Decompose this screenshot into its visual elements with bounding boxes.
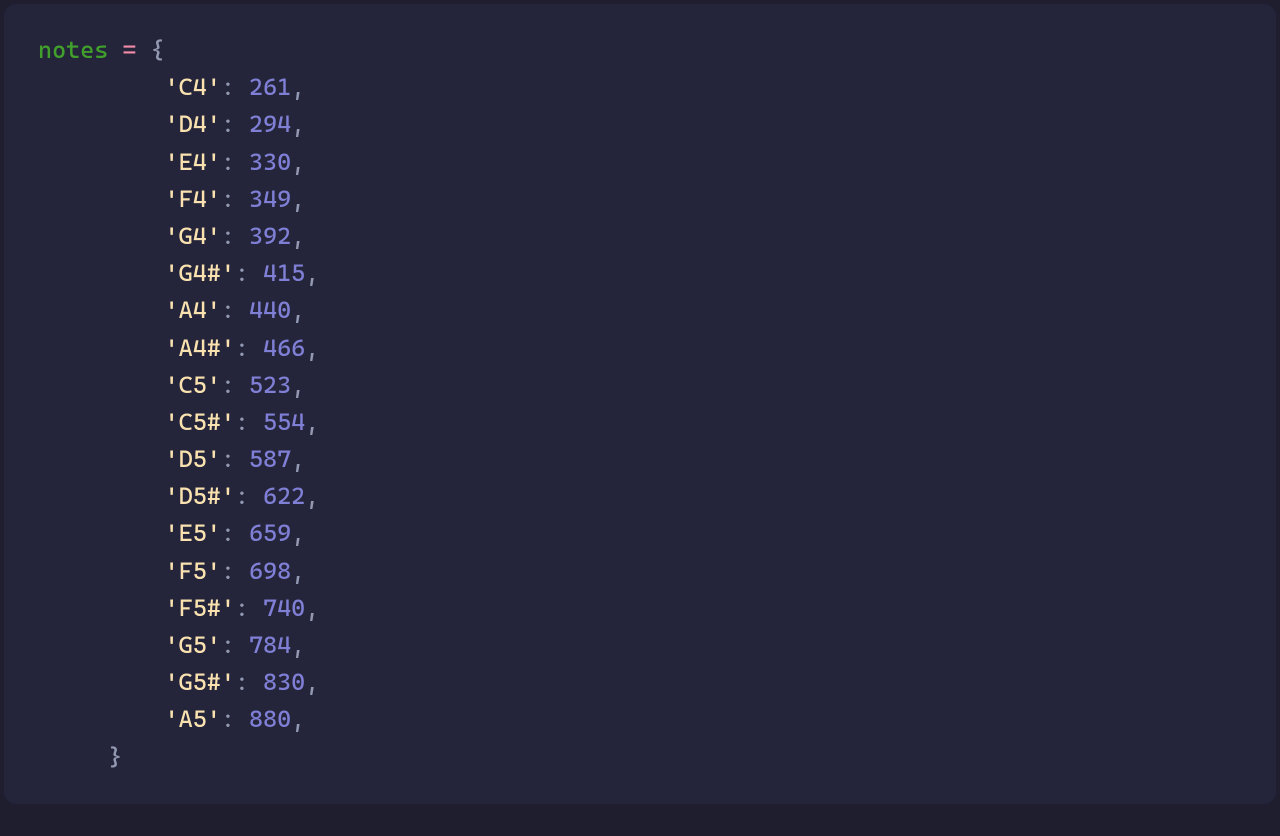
- colon: :: [221, 73, 235, 101]
- comma: ,: [291, 557, 305, 585]
- dict-key: 'F5#': [165, 594, 235, 622]
- dict-key: 'E4': [165, 148, 221, 176]
- indent-entry: [38, 106, 165, 143]
- indent-entry: [38, 664, 165, 701]
- comma: ,: [305, 668, 319, 696]
- dict-key: 'E5': [165, 519, 221, 547]
- comma: ,: [305, 408, 319, 436]
- comma: ,: [305, 259, 319, 287]
- comma: ,: [305, 482, 319, 510]
- indent-entry: [38, 515, 165, 552]
- colon: :: [221, 222, 235, 250]
- indent-entry: [38, 441, 165, 478]
- colon: :: [221, 148, 235, 176]
- indent-entry: [38, 404, 165, 441]
- dict-key: 'C5#': [165, 408, 235, 436]
- dict-value: 659: [249, 519, 291, 547]
- dict-value: 830: [263, 668, 305, 696]
- code-block: notes = { 'C4': 261, 'D4': 294, 'E4': 33…: [4, 4, 1276, 804]
- comma: ,: [291, 519, 305, 547]
- indent-entry: [38, 590, 165, 627]
- dict-value: 330: [249, 148, 291, 176]
- comma: ,: [291, 371, 305, 399]
- dict-value: 698: [249, 557, 291, 585]
- colon: :: [235, 668, 249, 696]
- dict-value: 523: [249, 371, 291, 399]
- indent-entry: [38, 553, 165, 590]
- indent-entry: [38, 255, 165, 292]
- indent-entry: [38, 701, 165, 738]
- dict-key: 'D5': [165, 445, 221, 473]
- colon: :: [235, 594, 249, 622]
- indent-entry: [38, 218, 165, 255]
- colon: :: [235, 259, 249, 287]
- dict-value: 294: [249, 110, 291, 138]
- indent-entry: [38, 144, 165, 181]
- dict-value: 466: [263, 334, 305, 362]
- comma: ,: [291, 445, 305, 473]
- indent-entry: [38, 181, 165, 218]
- comma: ,: [291, 185, 305, 213]
- colon: :: [235, 334, 249, 362]
- dict-key: 'F4': [165, 185, 221, 213]
- dict-value: 415: [263, 259, 305, 287]
- colon: :: [221, 631, 235, 659]
- comma: ,: [291, 705, 305, 733]
- indent-entry: [38, 627, 165, 664]
- dict-key: 'D5#': [165, 482, 235, 510]
- variable-name: notes: [38, 36, 108, 64]
- indent-entry: [38, 478, 165, 515]
- colon: :: [235, 482, 249, 510]
- dict-key: 'G5#': [165, 668, 235, 696]
- comma: ,: [291, 296, 305, 324]
- dict-key: 'A5': [165, 705, 221, 733]
- dict-value: 392: [249, 222, 291, 250]
- dict-value: 740: [263, 594, 305, 622]
- comma: ,: [291, 222, 305, 250]
- colon: :: [235, 408, 249, 436]
- colon: :: [221, 296, 235, 324]
- dict-value: 349: [249, 185, 291, 213]
- dict-key: 'F5': [165, 557, 221, 585]
- comma: ,: [291, 110, 305, 138]
- colon: :: [221, 557, 235, 585]
- comma: ,: [291, 73, 305, 101]
- colon: :: [221, 371, 235, 399]
- colon: :: [221, 185, 235, 213]
- dict-key: 'A4': [165, 296, 221, 324]
- dict-key: 'G5': [165, 631, 221, 659]
- indent-entry: [38, 69, 165, 106]
- dict-value: 622: [263, 482, 305, 510]
- dict-key: 'D4': [165, 110, 221, 138]
- dict-value: 784: [249, 631, 291, 659]
- comma: ,: [305, 334, 319, 362]
- colon: :: [221, 110, 235, 138]
- indent-entry: [38, 367, 165, 404]
- comma: ,: [291, 148, 305, 176]
- dict-value: 587: [249, 445, 291, 473]
- dict-value: 440: [249, 296, 291, 324]
- dict-key: 'A4#': [165, 334, 235, 362]
- dict-key: 'C4': [165, 73, 221, 101]
- indent-close: [38, 739, 108, 776]
- comma: ,: [305, 594, 319, 622]
- indent-entry: [38, 292, 165, 329]
- dict-value: 261: [249, 73, 291, 101]
- dict-key: 'C5': [165, 371, 221, 399]
- colon: :: [221, 519, 235, 547]
- open-brace: {: [151, 36, 165, 64]
- colon: :: [221, 445, 235, 473]
- dict-entries: 'C4': 261, 'D4': 294, 'E4': 330, 'F4': 3…: [38, 73, 319, 733]
- comma: ,: [291, 631, 305, 659]
- dict-value: 880: [249, 705, 291, 733]
- dict-value: 554: [263, 408, 305, 436]
- close-brace: }: [108, 743, 122, 771]
- assign-operator: =: [122, 36, 136, 64]
- dict-key: 'G4#': [165, 259, 235, 287]
- indent-entry: [38, 330, 165, 367]
- dict-key: 'G4': [165, 222, 221, 250]
- colon: :: [221, 705, 235, 733]
